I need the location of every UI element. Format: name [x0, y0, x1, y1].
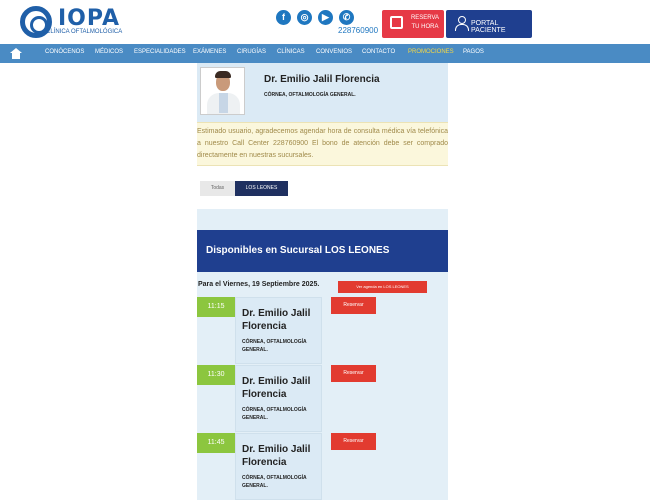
nav-item-contacto[interactable]: CONTACTO: [362, 49, 395, 55]
reservar-button[interactable]: Reservar: [331, 433, 376, 450]
ver-agenda-button[interactable]: Ver agenda en LOS LEONES: [338, 281, 427, 293]
iopa-logo[interactable]: IOPA CLÍNICA OFTALMOLÓGICA: [20, 4, 130, 38]
portal-paciente-button[interactable]: PORTAL PACIENTE: [446, 10, 532, 38]
tab-todas[interactable]: Todas: [200, 181, 235, 196]
phone-icon[interactable]: ✆: [339, 10, 354, 25]
slot-doctor-info: Dr. Emilio Jalil Florencia CÓRNEA, OFTAL…: [235, 297, 322, 364]
slot-time: 11:45: [197, 433, 235, 453]
reserva-label: RESERVA TU HORA: [410, 15, 440, 30]
slot-doctor-name: Dr. Emilio Jalil Florencia: [242, 308, 311, 332]
home-icon[interactable]: [0, 44, 30, 63]
doctor-specialty: CÓRNEA, OFTALMOLOGÍA GENERAL.: [264, 92, 356, 98]
portal-label: PORTAL PACIENTE: [471, 20, 506, 34]
user-icon: [455, 16, 469, 31]
slot-doctor-info: Dr. Emilio Jalil Florencia CÓRNEA, OFTAL…: [235, 365, 322, 432]
nav-item-promociones[interactable]: PROMOCIONES: [408, 49, 454, 55]
slot-time: 11:30: [197, 365, 235, 385]
calendar-icon: [390, 16, 403, 29]
time-slot: 11:45 Dr. Emilio Jalil Florencia CÓRNEA,…: [197, 433, 448, 500]
site-header: IOPA CLÍNICA OFTALMOLÓGICA f ◎ ▶ ✆ 22876…: [0, 0, 650, 44]
nav-item-clinicas[interactable]: CLÍNICAS: [277, 49, 305, 55]
branch-banner: Disponibles en Sucursal LOS LEONES: [197, 230, 448, 272]
logo-text: IOPA: [58, 6, 121, 31]
slot-doctor-info: Dr. Emilio Jalil Florencia CÓRNEA, OFTAL…: [235, 433, 322, 500]
doctor-name: Dr. Emilio Jalil Florencia: [264, 74, 380, 85]
nav-item-especialidades[interactable]: ESPECIALIDADES: [134, 49, 186, 55]
reservar-button[interactable]: Reservar: [331, 365, 376, 382]
slot-doctor-specialty: CÓRNEA, OFTALMOLOGÍA GENERAL.: [242, 475, 307, 489]
facebook-icon[interactable]: f: [276, 10, 291, 25]
slot-doctor-name: Dr. Emilio Jalil Florencia: [242, 376, 311, 400]
slot-doctor-specialty: CÓRNEA, OFTALMOLOGÍA GENERAL.: [242, 407, 307, 421]
nav-item-examenes[interactable]: EXÁMENES: [193, 49, 226, 55]
nav-item-medicos[interactable]: MÉDICOS: [95, 49, 123, 55]
time-slot: 11:15 Dr. Emilio Jalil Florencia CÓRNEA,…: [197, 297, 448, 364]
doctor-photo: [200, 67, 245, 115]
branch-tabs: Todas LOS LEONES: [197, 166, 448, 209]
reserva-tu-hora-button[interactable]: RESERVA TU HORA: [382, 10, 444, 38]
logo-subtitle: CLÍNICA OFTALMOLÓGICA: [46, 29, 123, 35]
doctor-card: Dr. Emilio Jalil Florencia CÓRNEA, OFTAL…: [197, 63, 448, 209]
nav-item-conocenos[interactable]: CONÓCENOS: [45, 49, 84, 55]
slot-doctor-specialty: CÓRNEA, OFTALMOLOGÍA GENERAL.: [242, 339, 307, 353]
phone-number[interactable]: 228760900: [338, 26, 378, 35]
main-panel: Dr. Emilio Jalil Florencia CÓRNEA, OFTAL…: [197, 63, 448, 500]
time-slot: 11:30 Dr. Emilio Jalil Florencia CÓRNEA,…: [197, 365, 448, 432]
slot-doctor-name: Dr. Emilio Jalil Florencia: [242, 444, 311, 468]
main-nav: CONÓCENOS MÉDICOS ESPECIALIDADES EXÁMENE…: [0, 44, 650, 63]
nav-item-pagos[interactable]: PAGOS: [463, 49, 484, 55]
reservar-button[interactable]: Reservar: [331, 297, 376, 314]
nav-item-convenios[interactable]: CONVENIOS: [316, 49, 352, 55]
date-line: Para el Viernes, 19 Septiembre 2025.: [198, 281, 320, 288]
slot-time: 11:15: [197, 297, 235, 317]
instagram-icon[interactable]: ◎: [297, 10, 312, 25]
nav-item-cirugias[interactable]: CIRUGÍAS: [237, 49, 266, 55]
youtube-icon[interactable]: ▶: [318, 10, 333, 25]
notice-message: Estimado usuario, agradecemos agendar ho…: [197, 122, 448, 166]
tab-los-leones[interactable]: LOS LEONES: [235, 181, 288, 196]
